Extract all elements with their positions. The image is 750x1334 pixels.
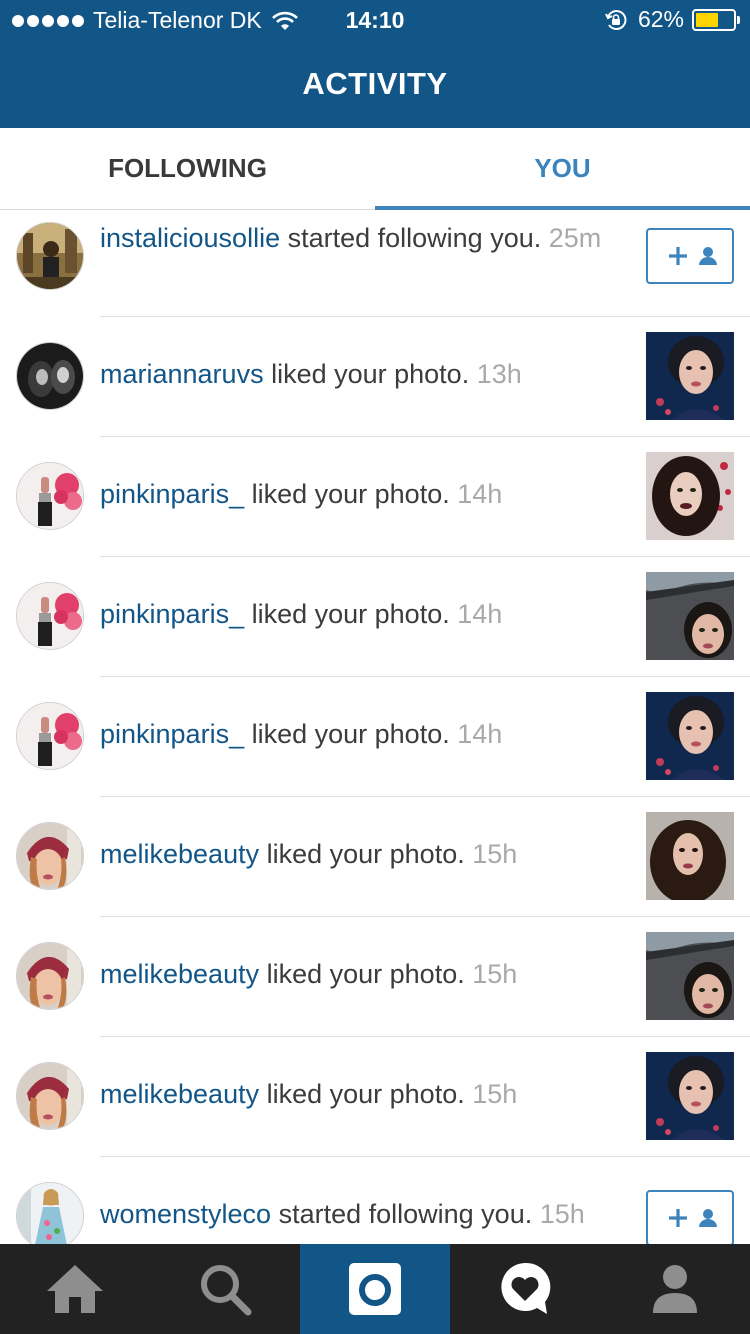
activity-text: pinkinparis_ liked your photo. 14h: [100, 478, 620, 510]
avatar[interactable]: [16, 1062, 84, 1130]
activity-username[interactable]: womenstyleco: [100, 1199, 271, 1229]
status-bar: Telia-Telenor DK 14:10 62%: [0, 0, 750, 40]
camera-icon: [349, 1263, 401, 1315]
row-divider: [100, 556, 750, 557]
activity-action: liked your photo.: [244, 599, 458, 629]
photo-thumbnail[interactable]: [646, 692, 734, 780]
page-title: ACTIVITY: [302, 66, 448, 101]
activity-text: melikebeauty liked your photo. 15h: [100, 1078, 620, 1110]
avatar[interactable]: [16, 702, 84, 770]
activity-action: started following you.: [271, 1199, 540, 1229]
home-icon: [47, 1265, 103, 1313]
photo-thumbnail[interactable]: [646, 812, 734, 900]
photo-thumbnail[interactable]: [646, 932, 734, 1020]
follow-button[interactable]: [646, 1190, 734, 1244]
activity-text: melikebeauty liked your photo. 15h: [100, 838, 620, 870]
row-divider: [100, 796, 750, 797]
list-item[interactable]: pinkinparis_ liked your photo. 14h: [0, 676, 750, 796]
row-divider: [100, 676, 750, 677]
photo-thumbnail[interactable]: [646, 572, 734, 660]
row-divider: [100, 316, 750, 317]
follow-button[interactable]: [646, 228, 734, 284]
activity-time: 13h: [476, 359, 522, 389]
activity-username[interactable]: mariannaruvs: [100, 359, 264, 389]
photo-thumbnail[interactable]: [646, 332, 734, 420]
avatar[interactable]: [16, 462, 84, 530]
activity-time: 15h: [472, 959, 518, 989]
app-header: Telia-Telenor DK 14:10 62% ACTIVITY: [0, 0, 750, 128]
list-item[interactable]: pinkinparis_ liked your photo. 14h: [0, 556, 750, 676]
activity-time: 14h: [457, 719, 503, 749]
profile-icon: [653, 1265, 697, 1313]
tab-camera[interactable]: [300, 1244, 450, 1334]
rotation-lock-icon: [605, 9, 627, 30]
activity-action: liked your photo.: [259, 1079, 473, 1109]
avatar[interactable]: [16, 342, 84, 410]
search-icon: [201, 1265, 252, 1316]
activity-heart-icon: [501, 1262, 551, 1314]
list-item[interactable]: instaliciousollie started following you.…: [0, 210, 750, 316]
avatar[interactable]: [16, 942, 84, 1010]
activity-username[interactable]: pinkinparis_: [100, 599, 244, 629]
activity-action: liked your photo.: [259, 959, 473, 989]
activity-text: womenstyleco started following you. 15h: [100, 1198, 620, 1230]
activity-time: 14h: [457, 599, 503, 629]
photo-thumbnail[interactable]: [646, 452, 734, 540]
list-item[interactable]: pinkinparis_ liked your photo. 14h: [0, 436, 750, 556]
activity-action: liked your photo.: [244, 719, 458, 749]
activity-time: 15h: [539, 1199, 585, 1229]
battery-level: [696, 12, 719, 27]
activity-text: pinkinparis_ liked your photo. 14h: [100, 718, 620, 750]
activity-text: instaliciousollie started following you.…: [100, 222, 620, 254]
list-item[interactable]: mariannaruvs liked your photo. 13h: [0, 316, 750, 436]
photo-thumbnail[interactable]: [646, 1052, 734, 1140]
row-divider: [100, 1036, 750, 1037]
row-divider: [100, 916, 750, 917]
activity-tabs: FOLLOWING YOU: [0, 128, 750, 210]
avatar[interactable]: [16, 222, 84, 290]
tab-you[interactable]: YOU: [375, 128, 750, 210]
tab-activity[interactable]: [450, 1244, 600, 1334]
avatar[interactable]: [16, 822, 84, 890]
activity-username[interactable]: instaliciousollie: [100, 223, 280, 253]
activity-username[interactable]: pinkinparis_: [100, 719, 244, 749]
activity-list[interactable]: instaliciousollie started following you.…: [0, 210, 750, 1244]
tab-profile[interactable]: [600, 1244, 750, 1334]
activity-username[interactable]: melikebeauty: [100, 1079, 259, 1109]
battery-icon: [692, 8, 740, 31]
list-item[interactable]: melikebeauty liked your photo. 15h: [0, 916, 750, 1036]
avatar[interactable]: [16, 582, 84, 650]
activity-username[interactable]: melikebeauty: [100, 959, 259, 989]
status-right: 62%: [604, 6, 740, 33]
bottom-tab-bar: [0, 1244, 750, 1334]
activity-time: 15h: [472, 1079, 518, 1109]
tab-search[interactable]: [150, 1244, 300, 1334]
battery-percent: 62%: [637, 6, 684, 32]
row-divider: [100, 1156, 750, 1157]
avatar[interactable]: [16, 1182, 84, 1244]
activity-username[interactable]: pinkinparis_: [100, 479, 244, 509]
row-divider: [100, 436, 750, 437]
list-item[interactable]: melikebeauty liked your photo. 15h: [0, 1036, 750, 1156]
list-item[interactable]: womenstyleco started following you. 15h: [0, 1156, 750, 1244]
list-item[interactable]: melikebeauty liked your photo. 15h: [0, 796, 750, 916]
activity-time: 15h: [472, 839, 518, 869]
activity-text: melikebeauty liked your photo. 15h: [100, 958, 620, 990]
activity-action: liked your photo.: [259, 839, 473, 869]
tab-following[interactable]: FOLLOWING: [0, 128, 375, 210]
activity-text: mariannaruvs liked your photo. 13h: [100, 358, 620, 390]
activity-action: started following you.: [280, 223, 549, 253]
activity-action: liked your photo.: [263, 359, 477, 389]
activity-time: 25m: [548, 223, 602, 253]
tab-home[interactable]: [0, 1244, 150, 1334]
activity-action: liked your photo.: [244, 479, 458, 509]
activity-username[interactable]: melikebeauty: [100, 839, 259, 869]
activity-time: 14h: [457, 479, 503, 509]
activity-text: pinkinparis_ liked your photo. 14h: [100, 598, 620, 630]
